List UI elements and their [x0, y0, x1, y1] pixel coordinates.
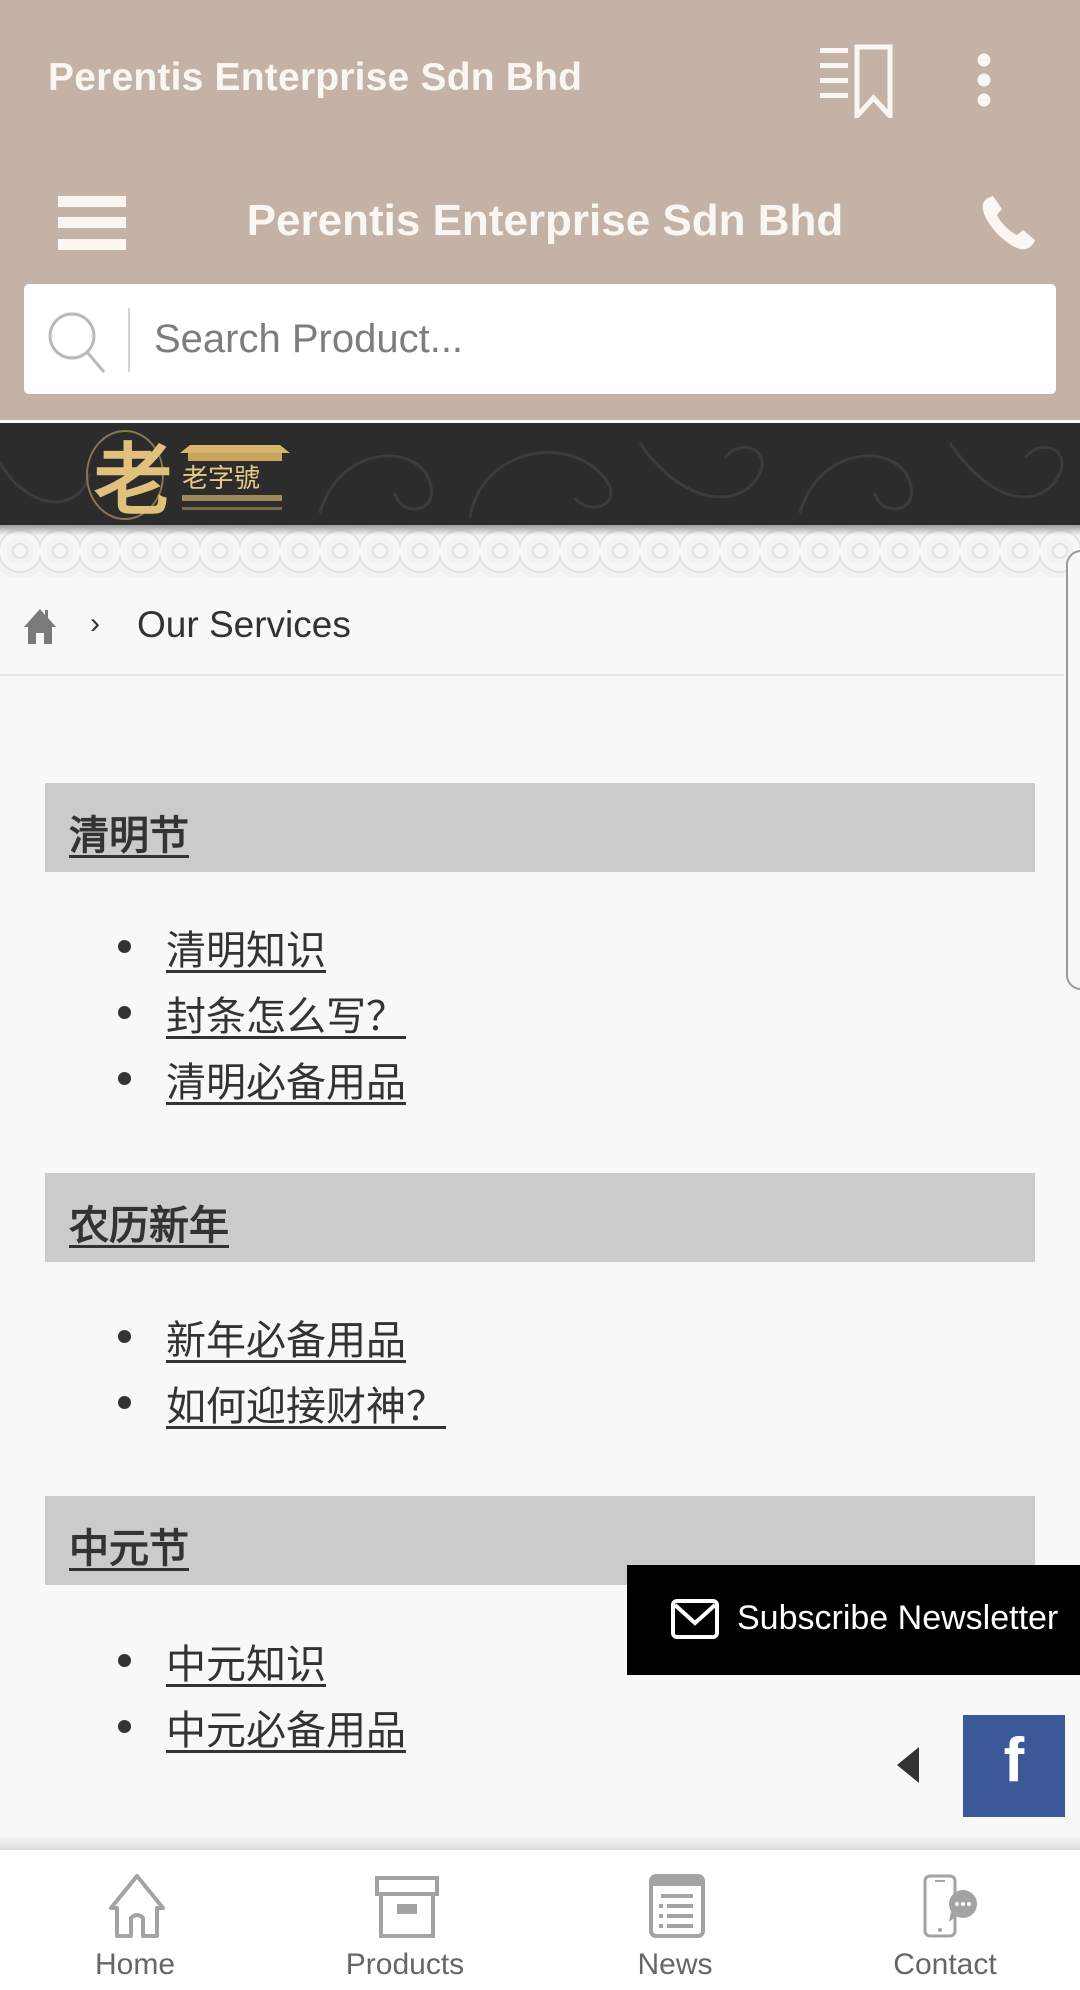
- breadcrumb-separator: ›: [90, 607, 100, 640]
- search-icon[interactable]: [46, 310, 110, 374]
- bullet: [118, 1006, 131, 1019]
- bullet: [118, 940, 131, 953]
- section-title-link[interactable]: 清明节: [69, 803, 189, 861]
- site-title: Perentis Enterprise Sdn Bhd: [246, 196, 844, 245]
- bullet: [118, 1072, 131, 1085]
- home-icon[interactable]: [22, 607, 58, 645]
- subscribe-newsletter-button[interactable]: Subscribe Newsletter: [627, 1565, 1080, 1675]
- more-vert-icon[interactable]: [970, 52, 998, 108]
- facebook-icon: f: [1003, 1726, 1025, 1795]
- service-link[interactable]: 新年必备用品: [166, 1308, 406, 1366]
- logo-mark: 老: [94, 435, 172, 525]
- subscribe-label: Subscribe Newsletter: [737, 1599, 1059, 1637]
- nav-label: Home: [94, 1948, 176, 1981]
- bullet: [118, 1396, 131, 1409]
- banner-shadow: [0, 525, 1080, 535]
- nav-label: Products: [345, 1948, 465, 1981]
- collapse-arrow-icon[interactable]: [895, 1745, 921, 1785]
- service-link[interactable]: 封条怎么写？: [166, 984, 406, 1042]
- box-icon: [375, 1876, 439, 1938]
- breadcrumb-current: Our Services: [137, 604, 351, 645]
- section-title-link[interactable]: 农历新年: [69, 1193, 229, 1251]
- logo-text: 老字號: [182, 464, 260, 494]
- mail-icon: [671, 1599, 719, 1639]
- side-panel-tab[interactable]: [1066, 550, 1080, 990]
- brand-logo: 老 老字號: [86, 430, 290, 525]
- facebook-button[interactable]: f: [963, 1715, 1065, 1817]
- bullet: [118, 1330, 131, 1343]
- breadcrumb: › Our Services: [0, 577, 1064, 676]
- nav-label: Contact: [893, 1948, 997, 1981]
- nav-item-news[interactable]: News: [540, 1850, 810, 1990]
- app-title: Perentis Enterprise Sdn Bhd: [48, 56, 583, 99]
- search-input[interactable]: [154, 284, 1034, 394]
- contact-phone-chat-icon: [923, 1874, 977, 1938]
- service-link[interactable]: 如何迎接财神？: [166, 1374, 446, 1432]
- home-icon: [109, 1874, 165, 1938]
- news-icon: [649, 1874, 705, 1938]
- nav-item-home[interactable]: Home: [0, 1850, 270, 1990]
- service-link[interactable]: 中元知识: [166, 1632, 326, 1690]
- top-app-bar: Perentis Enterprise Sdn Bhd Perentis Ent…: [0, 0, 1080, 420]
- bullet: [118, 1654, 131, 1667]
- service-link[interactable]: 清明知识: [166, 918, 326, 976]
- service-link[interactable]: 中元必备用品: [166, 1698, 406, 1756]
- section-header: 农历新年: [45, 1173, 1035, 1262]
- bottom-nav-shadow: [0, 1835, 1080, 1851]
- brand-banner: 老 老字號: [0, 423, 1080, 525]
- search-bar: [24, 284, 1056, 394]
- search-divider: [128, 308, 130, 372]
- section-header: 清明节: [45, 783, 1035, 872]
- bottom-nav: Home Products News Contact: [0, 1850, 1080, 1990]
- section-title-link[interactable]: 中元节: [69, 1516, 189, 1574]
- nav-item-contact[interactable]: Contact: [810, 1850, 1080, 1990]
- nav-label: News: [637, 1948, 713, 1981]
- phone-icon[interactable]: [980, 192, 1040, 252]
- bullet: [118, 1720, 131, 1733]
- bookmark-list-icon[interactable]: [820, 44, 896, 118]
- nav-item-products[interactable]: Products: [270, 1850, 540, 1990]
- service-link[interactable]: 清明必备用品: [166, 1050, 406, 1108]
